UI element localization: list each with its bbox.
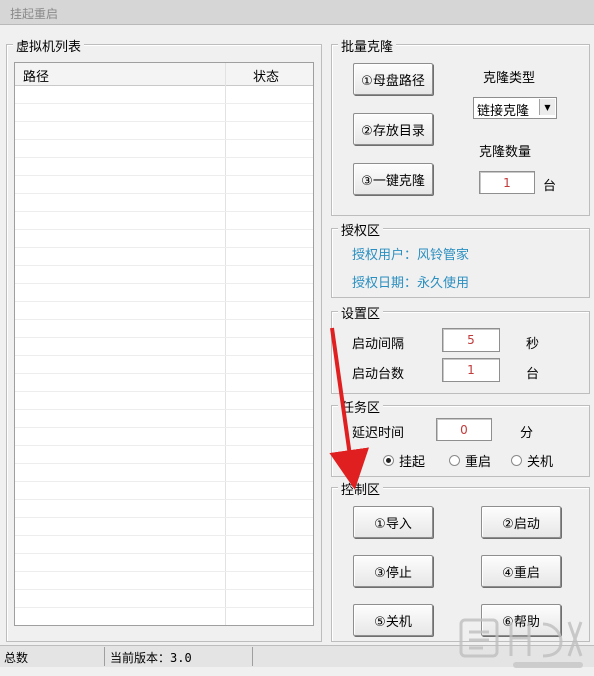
radio-unselected-icon[interactable]	[449, 455, 460, 466]
start-interval-label: 启动间隔	[352, 337, 405, 352]
batch-clone-title: 批量克隆	[338, 36, 397, 55]
clone-type-select[interactable]: 链接克隆 ▼	[473, 97, 557, 119]
auth-user: 授权用户：风铃管家	[352, 248, 470, 263]
auth-title: 授权区	[338, 220, 384, 239]
delay-time-input[interactable]: 0	[436, 418, 492, 441]
start-count-label: 启动台数	[352, 367, 405, 382]
shutdown-button[interactable]: ⑤关机	[353, 604, 433, 636]
total-label: 总数	[4, 651, 29, 665]
radio-shutdown-label: 关机	[527, 455, 554, 470]
vm-list-header: 路径 状态	[15, 63, 313, 86]
vm-list-table[interactable]: 路径 状态	[14, 62, 314, 626]
clone-count-unit: 台	[543, 179, 557, 194]
chevron-down-icon[interactable]: ▼	[539, 99, 555, 115]
column-header-path[interactable]: 路径	[23, 66, 49, 85]
clone-type-label: 克隆类型	[483, 71, 536, 86]
delay-time-unit: 分	[520, 426, 534, 441]
stop-button[interactable]: ③停止	[353, 555, 433, 587]
import-button[interactable]: ①导入	[353, 506, 433, 538]
vm-list-rows[interactable]	[15, 86, 313, 625]
version-label: 当前版本：3.0	[110, 651, 192, 665]
start-interval-unit: 秒	[526, 337, 540, 352]
start-count-unit: 台	[526, 367, 540, 382]
storage-directory-button[interactable]: ②存放目录	[353, 113, 433, 145]
clone-count-input[interactable]: 1	[479, 171, 535, 194]
radio-unselected-icon[interactable]	[511, 455, 522, 466]
start-interval-input[interactable]: 5	[442, 328, 500, 352]
auth-date: 授权日期：永久使用	[352, 276, 470, 291]
clone-count-label: 克隆数量	[479, 145, 532, 160]
control-title: 控制区	[338, 479, 384, 498]
settings-title: 设置区	[338, 303, 384, 322]
clone-type-value: 链接克隆	[477, 104, 530, 119]
task-title: 任务区	[338, 397, 384, 416]
radio-shutdown[interactable]: 关机	[511, 451, 553, 470]
start-count-input[interactable]: 1	[442, 358, 500, 382]
column-header-status[interactable]: 状态	[253, 66, 279, 85]
radio-restart-label: 重启	[465, 455, 492, 470]
vm-list-title: 虚拟机列表	[13, 36, 85, 55]
start-button[interactable]: ②启动	[481, 506, 561, 538]
radio-selected-icon[interactable]	[383, 455, 394, 466]
radio-suspend-label: 挂起	[399, 455, 426, 470]
source-disk-path-button[interactable]: ①母盘路径	[353, 63, 433, 95]
restart-button[interactable]: ④重启	[481, 555, 561, 587]
status-divider	[104, 647, 105, 666]
radio-restart[interactable]: 重启	[449, 451, 491, 470]
radio-suspend[interactable]: 挂起	[383, 451, 425, 470]
delay-time-label: 延迟时间	[352, 426, 405, 441]
one-click-clone-button[interactable]: ③一键克隆	[353, 163, 433, 195]
window-title: 挂起重启	[10, 7, 59, 21]
title-bar: 挂起重启	[0, 0, 594, 25]
site-watermark-logo-icon	[459, 618, 583, 668]
status-divider	[252, 647, 253, 666]
